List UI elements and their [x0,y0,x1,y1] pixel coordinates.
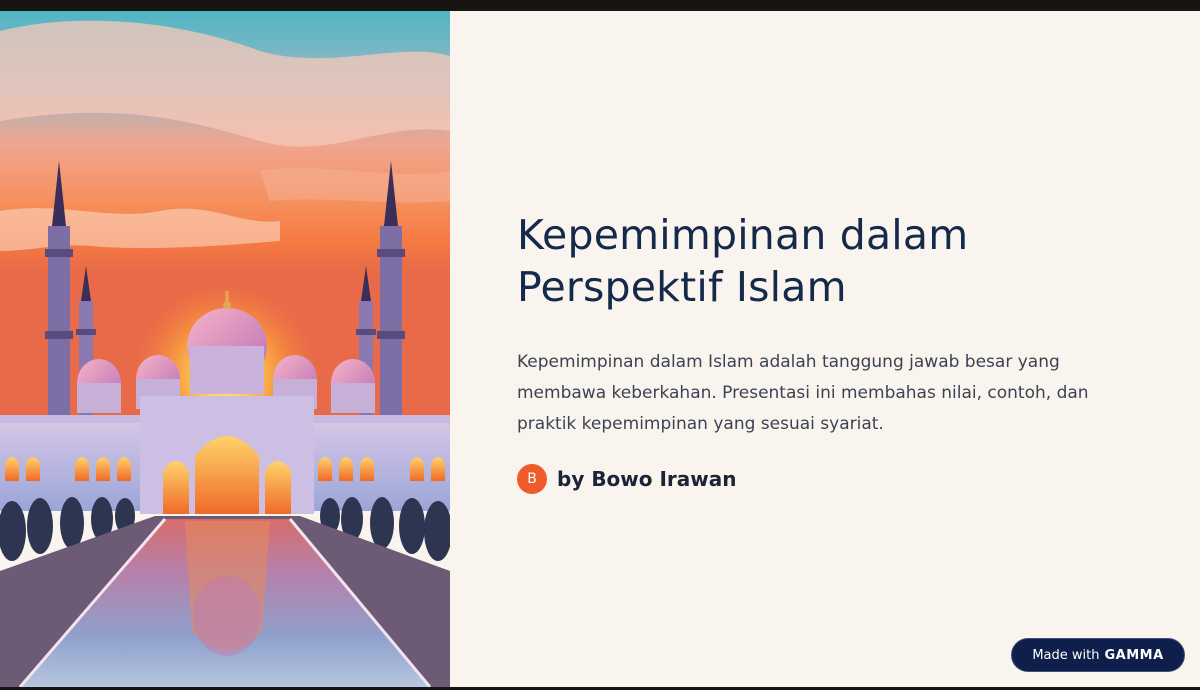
author-row: B by Bowo Irawan [517,464,1157,494]
slide-title: Kepemimpinan dalam Perspektif Islam [517,209,1157,313]
avatar: B [517,464,547,494]
gamma-logo-text: GAMMA [1104,647,1164,663]
slide-description: Kepemimpinan dalam Islam adalah tanggung… [517,352,1089,434]
author-name: by Bowo Irawan [557,467,737,491]
mosque-sunset-image [0,11,450,687]
slide: Kepemimpinan dalam Perspektif Islam Kepe… [0,11,1200,687]
top-frame-bar [0,0,1200,11]
slide-title-line-2: Perspektif Islam [517,263,847,311]
slide-content: Kepemimpinan dalam Perspektif Islam Kepe… [517,209,1157,494]
made-with-gamma-button[interactable]: Made with GAMMA [1011,638,1185,672]
slide-title-line-1: Kepemimpinan dalam [517,211,969,259]
badge-prefix: Made with [1032,647,1100,663]
